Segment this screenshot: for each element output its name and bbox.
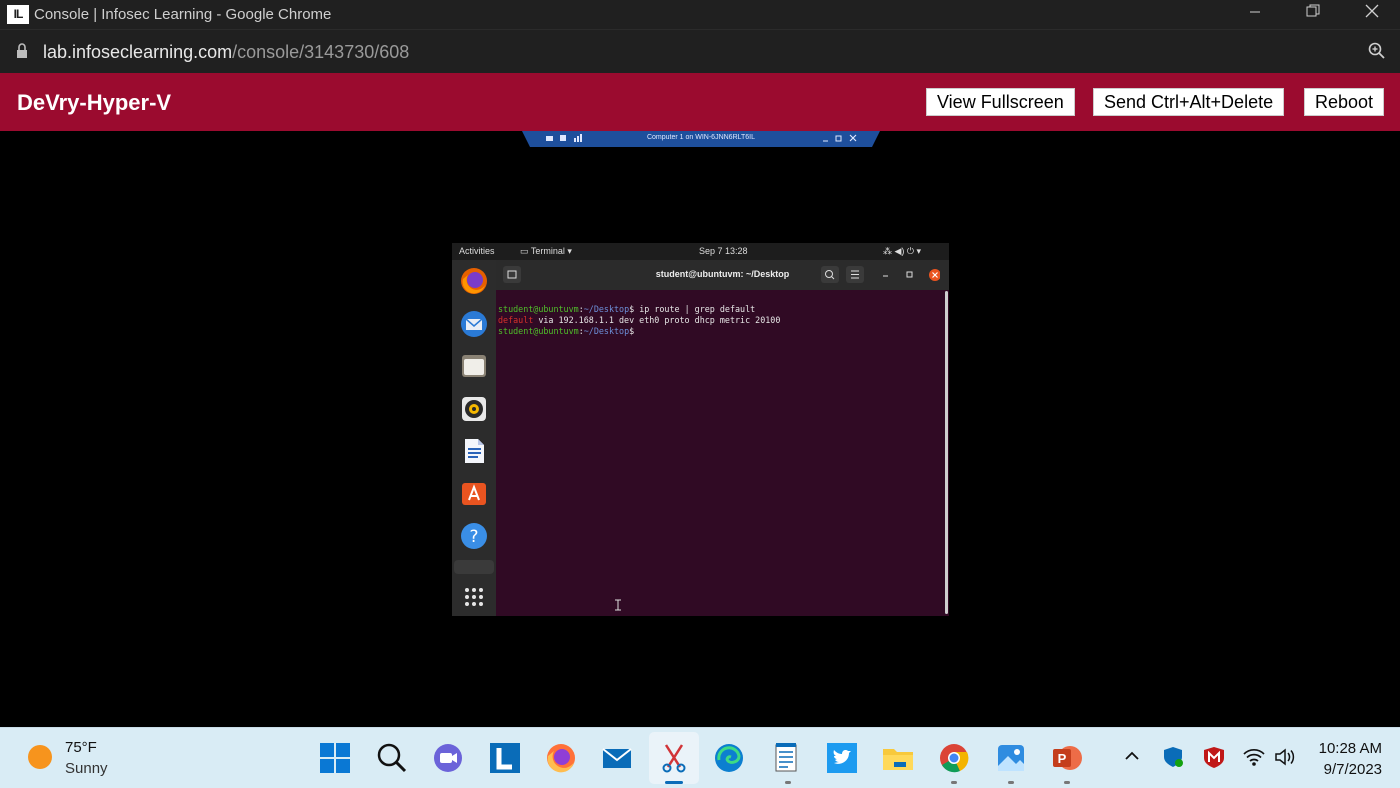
sun-icon: [28, 745, 52, 769]
terminal-header: student@ubuntuvm: ~/Desktop: [496, 260, 949, 290]
wifi-icon[interactable]: [1243, 747, 1275, 779]
lab-header: DeVry-Hyper-V View Fullscreen Send Ctrl+…: [0, 73, 1400, 131]
weather-condition: Sunny: [65, 760, 108, 777]
zoom-icon[interactable]: [1368, 42, 1386, 60]
defender-icon[interactable]: [1163, 746, 1195, 778]
infosec-logo-icon: IL: [7, 5, 29, 24]
windows-taskbar: 75°F Sunny P 10:28 AM 9/7/2023: [0, 727, 1400, 788]
firefox-taskbar-icon[interactable]: [545, 742, 577, 774]
close-button[interactable]: [1349, 2, 1395, 26]
view-fullscreen-button[interactable]: View Fullscreen: [926, 88, 1075, 116]
terminal-window-controls-icon[interactable]: [880, 269, 940, 281]
firefox-icon[interactable]: [460, 267, 488, 295]
software-icon[interactable]: [460, 479, 488, 507]
clock-date: 9/7/2023: [1323, 761, 1382, 778]
search-icon: [825, 270, 835, 280]
running-indicator: [1008, 781, 1014, 784]
twitter-icon[interactable]: [826, 742, 858, 774]
terminal-output[interactable]: student@ubuntuvm:~/Desktop$ ip route | g…: [498, 293, 780, 337]
ubuntu-dock: ?: [452, 260, 496, 616]
notepad-icon[interactable]: [770, 742, 802, 774]
terminal-scrollbar[interactable]: [945, 291, 948, 614]
app-menu-label: Terminal: [530, 246, 565, 256]
url-host: lab.infoseclearning.com: [43, 42, 233, 62]
chrome-icon[interactable]: [938, 742, 970, 774]
writer-icon[interactable]: [460, 437, 488, 465]
lab-title: DeVry-Hyper-V: [17, 90, 172, 115]
close-icon: [1365, 4, 1379, 18]
volume-icon[interactable]: [1274, 747, 1306, 779]
address-bar[interactable]: lab.infoseclearning.com/console/3143730/…: [0, 29, 1400, 74]
hyperv-connection-bar[interactable]: Computer 1 on WIN-6JNN6RLT6IL: [522, 131, 880, 147]
terminal-app-menu[interactable]: ▭ Terminal ▾: [520, 246, 572, 257]
system-tray-icon[interactable]: ⁂ ◀) ⏻ ▾: [883, 246, 921, 257]
window-title: Console | Infosec Learning - Google Chro…: [34, 6, 332, 23]
start-icon[interactable]: [319, 742, 351, 774]
activities-button[interactable]: Activities: [459, 246, 495, 256]
running-indicator: [951, 781, 957, 784]
svg-text:P: P: [1058, 751, 1067, 766]
ubuntu-top-bar: Activities ▭ Terminal ▾ Sep 7 13:28 ⁂ ◀)…: [452, 243, 949, 260]
edge-icon[interactable]: [713, 742, 745, 774]
terminal-line-command: student@ubuntuvm:~/Desktop$ ip route | g…: [498, 304, 756, 314]
terminal-menu-button[interactable]: [846, 266, 864, 283]
minimize-icon: [1250, 11, 1260, 13]
text-cursor-icon: [615, 599, 621, 611]
send-ctrl-alt-delete-button[interactable]: Send Ctrl+Alt+Delete: [1093, 88, 1285, 116]
mcafee-icon[interactable]: [1203, 746, 1235, 778]
infosec-l-icon[interactable]: [489, 742, 521, 774]
hamburger-icon: [851, 270, 859, 279]
restore-button[interactable]: [1290, 2, 1336, 26]
vm-screen[interactable]: Activities ▭ Terminal ▾ Sep 7 13:28 ⁂ ◀)…: [452, 243, 949, 616]
clock-time: 10:28 AM: [1318, 740, 1382, 757]
terminal-window[interactable]: student@ubuntuvm: ~/Desktop student@ubun…: [496, 260, 949, 616]
teams-chat-icon[interactable]: [432, 742, 464, 774]
photos-icon[interactable]: [995, 742, 1027, 774]
mail-icon[interactable]: [601, 742, 633, 774]
help-icon[interactable]: ?: [460, 522, 488, 550]
restore-icon: [1306, 4, 1320, 17]
system-clock[interactable]: 10:28 AM 9/7/2023: [1319, 738, 1382, 780]
rhythmbox-icon[interactable]: [460, 395, 488, 423]
url-field[interactable]: lab.infoseclearning.com/console/3143730/…: [43, 42, 409, 63]
reboot-button[interactable]: Reboot: [1304, 88, 1385, 116]
powerpoint-icon[interactable]: P: [1051, 742, 1083, 774]
show-applications-icon[interactable]: [460, 583, 488, 611]
search-icon[interactable]: [376, 742, 408, 774]
hyperv-window-controls-icon[interactable]: [822, 134, 862, 144]
datetime[interactable]: Sep 7 13:28: [699, 246, 748, 256]
lock-icon: [17, 43, 27, 58]
chevron-up-icon[interactable]: [1124, 748, 1156, 780]
command-text: ip route | grep default: [634, 304, 756, 314]
file-explorer-icon[interactable]: [882, 742, 914, 774]
files-icon[interactable]: [460, 352, 488, 380]
thunderbird-icon[interactable]: [460, 310, 488, 338]
minimize-button[interactable]: [1232, 2, 1278, 26]
url-path: /console/3143730/608: [232, 42, 410, 62]
snipping-tool-icon[interactable]: [658, 742, 690, 774]
svg-text:?: ?: [469, 527, 478, 547]
active-indicator: [665, 781, 683, 784]
terminal-search-button[interactable]: [821, 266, 839, 283]
weather-temp: 75°F: [65, 739, 97, 756]
dock-separator: [454, 560, 494, 574]
browser-title-bar: IL Console | Infosec Learning - Google C…: [0, 0, 1400, 29]
terminal-line-output: default via 192.168.1.1 dev eth0 proto d…: [498, 315, 781, 325]
running-indicator: [785, 781, 791, 784]
terminal-line-prompt: student@ubuntuvm:~/Desktop$: [498, 326, 635, 336]
running-indicator: [1064, 781, 1070, 784]
